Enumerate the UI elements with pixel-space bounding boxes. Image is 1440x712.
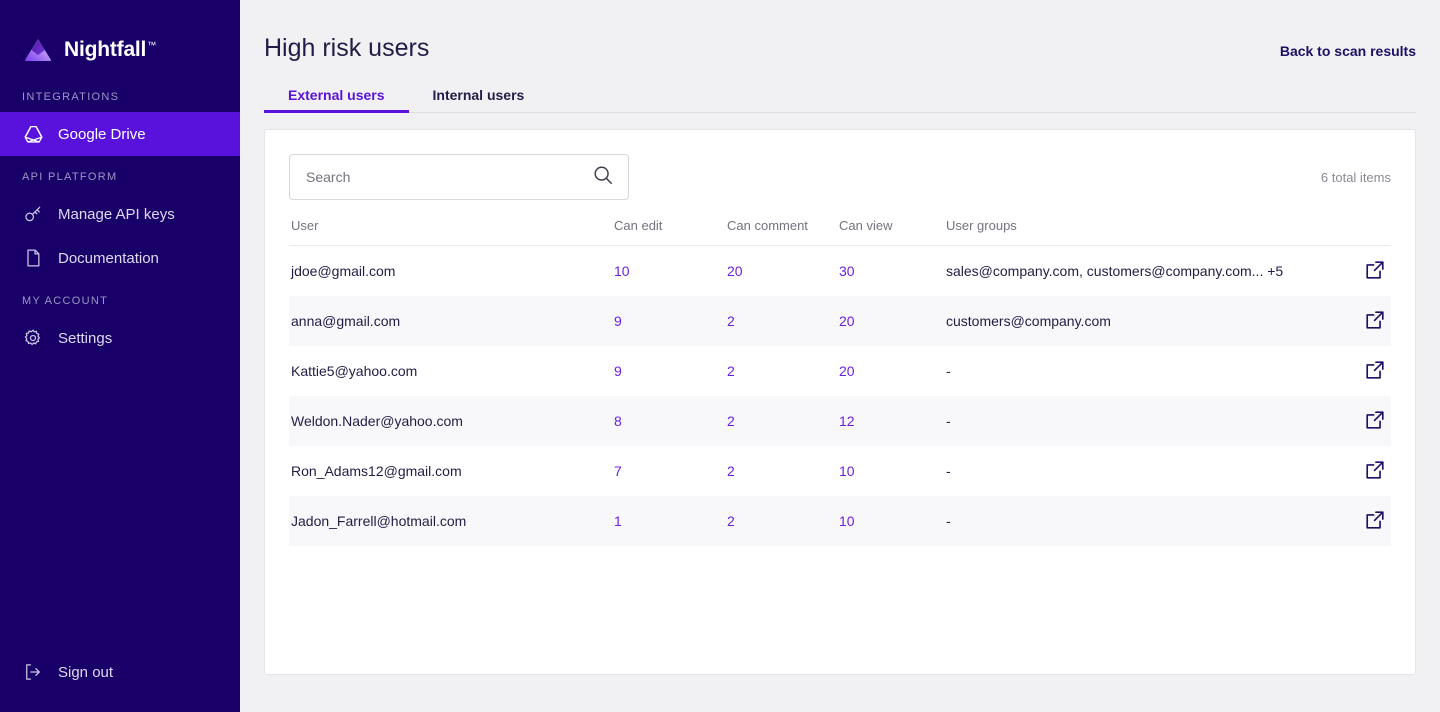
high-risk-users-table: User Can edit Can comment Can view User …	[289, 218, 1391, 546]
column-header-can-view: Can view	[839, 218, 946, 246]
sign-out-label: Sign out	[58, 664, 113, 681]
tab-external-users[interactable]: External users	[264, 87, 409, 112]
cell-can-view[interactable]: 30	[839, 246, 946, 296]
cell-user: Kattie5@yahoo.com	[289, 346, 614, 396]
cell-can-view[interactable]: 20	[839, 296, 946, 346]
external-link-icon[interactable]	[1363, 508, 1387, 532]
google-drive-icon	[22, 123, 44, 145]
sidebar-item-label: Google Drive	[58, 126, 146, 143]
cell-user: Jadon_Farrell@hotmail.com	[289, 496, 614, 546]
cell-action	[1331, 446, 1391, 496]
cell-can-edit[interactable]: 10	[614, 246, 727, 296]
sidebar-section-my-account: MY ACCOUNT	[0, 286, 240, 316]
table-row: Weldon.Nader@yahoo.com 8 2 12 -	[289, 396, 1391, 446]
cell-user-groups: -	[946, 496, 1331, 546]
cell-can-comment[interactable]: 2	[727, 396, 839, 446]
cell-action	[1331, 246, 1391, 296]
cell-user-groups: customers@company.com	[946, 296, 1331, 346]
cell-action	[1331, 496, 1391, 546]
cell-can-view[interactable]: 20	[839, 346, 946, 396]
app-root: Nightfall™ INTEGRATIONS Google Drive API…	[0, 0, 1440, 712]
card-toolbar: 6 total items	[289, 154, 1391, 200]
sidebar-item-documentation[interactable]: Documentation	[0, 236, 240, 280]
page-title: High risk users	[264, 34, 429, 63]
sidebar-item-label: Manage API keys	[58, 206, 175, 223]
sidebar-section-integrations: INTEGRATIONS	[0, 82, 240, 112]
column-header-user: User	[289, 218, 614, 246]
cell-action	[1331, 346, 1391, 396]
trademark-symbol: ™	[147, 40, 156, 50]
search-icon[interactable]	[592, 164, 614, 191]
table-row: anna@gmail.com 9 2 20 customers@company.…	[289, 296, 1391, 346]
cell-can-edit[interactable]: 8	[614, 396, 727, 446]
cell-action	[1331, 296, 1391, 346]
tab-internal-users[interactable]: Internal users	[409, 87, 549, 112]
search-box[interactable]	[289, 154, 629, 200]
search-input[interactable]	[306, 169, 592, 185]
cell-can-comment[interactable]: 2	[727, 346, 839, 396]
external-link-icon[interactable]	[1363, 458, 1387, 482]
sign-out-button[interactable]: Sign out	[0, 650, 113, 694]
table-row: jdoe@gmail.com 10 20 30 sales@company.co…	[289, 246, 1391, 296]
back-to-scan-results-link[interactable]: Back to scan results	[1280, 43, 1416, 59]
cell-user-groups: sales@company.com, customers@company.com…	[946, 246, 1331, 296]
cell-user: anna@gmail.com	[289, 296, 614, 346]
sidebar: Nightfall™ INTEGRATIONS Google Drive API…	[0, 0, 240, 712]
cell-can-edit[interactable]: 9	[614, 296, 727, 346]
sidebar-item-label: Documentation	[58, 250, 159, 267]
brand-name: Nightfall™	[64, 38, 156, 62]
column-header-action	[1331, 218, 1391, 246]
sidebar-item-label: Settings	[58, 330, 112, 347]
column-header-user-groups: User groups	[946, 218, 1331, 246]
sidebar-item-google-drive[interactable]: Google Drive	[0, 112, 240, 156]
column-header-can-edit: Can edit	[614, 218, 727, 246]
cell-user-groups: -	[946, 446, 1331, 496]
gear-icon	[22, 327, 44, 349]
external-link-icon[interactable]	[1363, 408, 1387, 432]
cell-can-comment[interactable]: 2	[727, 446, 839, 496]
cell-user: jdoe@gmail.com	[289, 246, 614, 296]
main-content: High risk users Back to scan results Ext…	[240, 0, 1440, 712]
cell-action	[1331, 396, 1391, 446]
total-items-count: 6 total items	[1321, 170, 1391, 185]
sidebar-section-api-platform: API PLATFORM	[0, 162, 240, 192]
sidebar-item-settings[interactable]: Settings	[0, 316, 240, 360]
column-header-can-comment: Can comment	[727, 218, 839, 246]
table-row: Ron_Adams12@gmail.com 7 2 10 -	[289, 446, 1391, 496]
cell-can-edit[interactable]: 1	[614, 496, 727, 546]
table-header-row: User Can edit Can comment Can view User …	[289, 218, 1391, 246]
sign-out-icon	[22, 661, 44, 683]
table-body: jdoe@gmail.com 10 20 30 sales@company.co…	[289, 246, 1391, 546]
cell-can-view[interactable]: 12	[839, 396, 946, 446]
page-header: High risk users Back to scan results	[264, 0, 1416, 63]
cell-user-groups: -	[946, 396, 1331, 446]
tab-bar: External users Internal users	[264, 85, 1416, 113]
cell-can-comment[interactable]: 2	[727, 496, 839, 546]
cell-can-view[interactable]: 10	[839, 496, 946, 546]
cell-can-comment[interactable]: 20	[727, 246, 839, 296]
cell-can-edit[interactable]: 9	[614, 346, 727, 396]
cell-can-view[interactable]: 10	[839, 446, 946, 496]
external-link-icon[interactable]	[1363, 308, 1387, 332]
document-icon	[22, 247, 44, 269]
external-link-icon[interactable]	[1363, 358, 1387, 382]
external-link-icon[interactable]	[1363, 258, 1387, 282]
users-card: 6 total items User Can edit Can comment …	[264, 129, 1416, 675]
cell-can-edit[interactable]: 7	[614, 446, 727, 496]
cell-user: Weldon.Nader@yahoo.com	[289, 396, 614, 446]
sidebar-item-manage-api-keys[interactable]: Manage API keys	[0, 192, 240, 236]
nightfall-mountain-logo-icon	[22, 34, 54, 66]
cell-user: Ron_Adams12@gmail.com	[289, 446, 614, 496]
cell-can-comment[interactable]: 2	[727, 296, 839, 346]
table-row: Kattie5@yahoo.com 9 2 20 -	[289, 346, 1391, 396]
table-row: Jadon_Farrell@hotmail.com 1 2 10 -	[289, 496, 1391, 546]
table-header: User Can edit Can comment Can view User …	[289, 218, 1391, 246]
brand: Nightfall™	[0, 0, 240, 76]
cell-user-groups: -	[946, 346, 1331, 396]
key-icon	[22, 203, 44, 225]
